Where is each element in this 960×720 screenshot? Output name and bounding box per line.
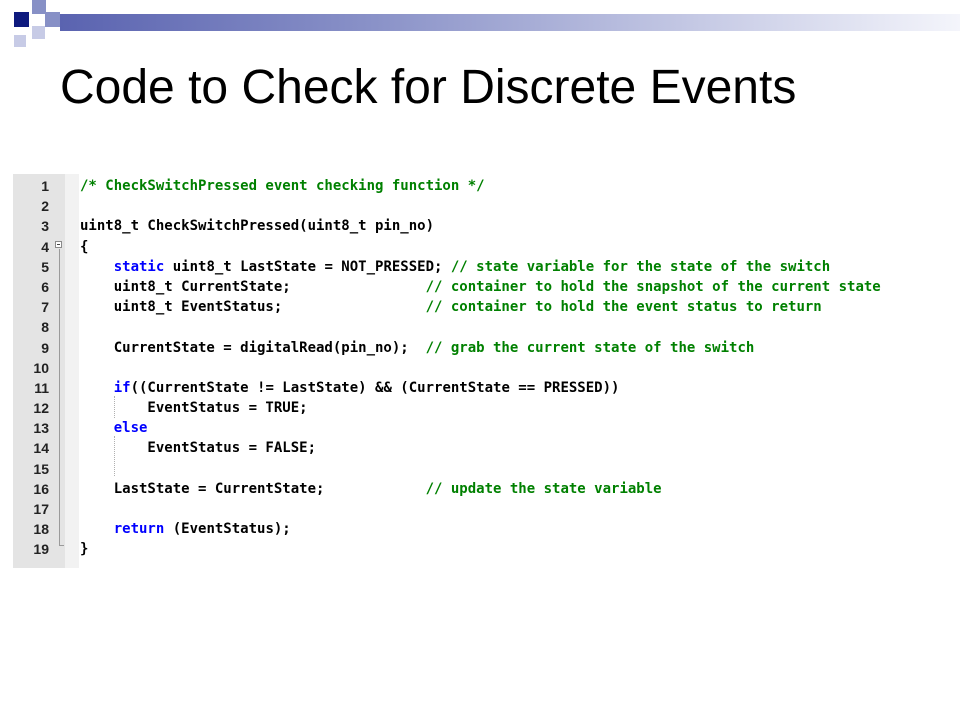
line-number: 18	[33, 521, 49, 538]
line-number: 5	[41, 258, 49, 275]
line-number: 7	[41, 299, 49, 316]
line-number: 6	[41, 278, 49, 295]
code-comment: // container to hold the snapshot of the…	[425, 278, 881, 295]
code-line: 2	[0, 196, 960, 216]
code-line: 12 EventStatus = TRUE;	[0, 398, 960, 418]
code-text: else	[80, 418, 148, 438]
line-number: 16	[33, 480, 49, 497]
code-keyword: return	[113, 521, 165, 538]
code-line: 11 if((CurrentState != LastState) && (Cu…	[0, 378, 960, 398]
line-number: 19	[33, 541, 49, 558]
line-number: 17	[33, 501, 49, 517]
code-line: 9 CurrentState = digitalRead(pin_no); //…	[0, 338, 960, 358]
code-comment: // container to hold the event status to…	[425, 299, 822, 316]
code-token: ((CurrentState != LastState) && (Current…	[130, 379, 620, 396]
code-comment: // grab the current state of the switch	[425, 339, 755, 356]
code-line: 19}	[0, 539, 960, 559]
code-text: if((CurrentState != LastState) && (Curre…	[80, 378, 620, 398]
code-comment: // update the state variable	[425, 480, 662, 497]
code-text: uint8_t EventStatus; // container to hol…	[80, 297, 822, 317]
code-token: (EventStatus);	[164, 521, 291, 538]
code-text: CurrentState = digitalRead(pin_no); // g…	[80, 338, 755, 358]
code-token: {	[80, 238, 89, 255]
code-token: }	[80, 541, 89, 558]
corner-square-mid	[45, 12, 60, 27]
line-number: 3	[41, 218, 49, 235]
code-comment: /* CheckSwitchPressed event checking fun…	[80, 178, 485, 194]
corner-square-dark	[14, 12, 29, 27]
code-lines: 1 /* CheckSwitchPressed event checking fu…	[0, 176, 960, 560]
code-text: uint8_t CheckSwitchPressed(uint8_t pin_n…	[80, 216, 434, 236]
code-line: 16 LastState = CurrentState; // update t…	[0, 479, 960, 499]
code-text: uint8_t CurrentState; // container to ho…	[80, 277, 881, 297]
code-text: EventStatus = FALSE;	[80, 438, 316, 458]
line-number: 4	[41, 238, 49, 255]
code-line: 5 static uint8_t LastState = NOT_PRESSED…	[0, 257, 960, 277]
code-token: CurrentState = digitalRead(pin_no);	[80, 339, 426, 356]
code-line: 10	[0, 358, 960, 378]
slide-title: Code to Check for Discrete Events	[60, 61, 797, 114]
code-comment: // state variable for the state of the s…	[450, 258, 831, 275]
code-line: 7 uint8_t EventStatus; // container to h…	[0, 297, 960, 317]
line-number: 12	[33, 400, 49, 417]
code-line: 4{	[0, 237, 960, 257]
code-line: 17	[0, 499, 960, 519]
corner-square-light	[32, 26, 45, 39]
code-line: 1 /* CheckSwitchPressed event checking fu…	[0, 176, 960, 196]
code-text: }	[80, 539, 88, 559]
code-token: uint8_t CurrentState;	[80, 278, 426, 295]
code-keyword: static	[113, 258, 165, 275]
code-token: uint8_t CheckSwitchPressed(uint8_t pin_n…	[80, 218, 435, 235]
line-number: 13	[33, 420, 49, 437]
code-token: LastState = CurrentState;	[80, 480, 426, 497]
code-keyword: else	[113, 420, 148, 437]
code-line: 13 else	[0, 418, 960, 438]
code-line: 14 EventStatus = FALSE;	[0, 438, 960, 458]
code-line: 6 uint8_t CurrentState; // container to …	[0, 277, 960, 297]
code-text: /* CheckSwitchPressed event checking fun…	[80, 176, 485, 196]
code-text: {	[80, 237, 88, 257]
header-gradient-band	[60, 14, 960, 31]
line-number: 11	[34, 379, 49, 396]
code-token: EventStatus = FALSE;	[80, 440, 317, 457]
line-number: 1	[41, 178, 49, 194]
code-token: uint8_t LastState = NOT_PRESSED;	[164, 258, 451, 275]
line-number: 8	[41, 319, 49, 336]
corner-square-mid	[32, 0, 46, 14]
line-number: 9	[41, 339, 49, 356]
code-line: 3 uint8_t CheckSwitchPressed(uint8_t pin_…	[0, 216, 960, 236]
code-text: static uint8_t LastState = NOT_PRESSED; …	[80, 257, 830, 277]
line-number: 14	[33, 440, 49, 457]
line-number: 10	[33, 359, 49, 376]
code-line: 18 return (EventStatus);	[0, 519, 960, 539]
code-text: LastState = CurrentState; // update the …	[80, 479, 662, 499]
corner-square-light	[14, 35, 26, 47]
code-token: uint8_t EventStatus;	[80, 299, 426, 316]
code-line: 15	[0, 459, 960, 479]
line-number: 15	[33, 460, 49, 477]
code-text: EventStatus = TRUE;	[80, 398, 308, 418]
line-number: 2	[41, 198, 49, 215]
code-keyword: if	[113, 379, 131, 396]
code-line: 8	[0, 317, 960, 337]
code-token: EventStatus = TRUE;	[80, 400, 308, 417]
code-text: return (EventStatus);	[80, 519, 291, 539]
